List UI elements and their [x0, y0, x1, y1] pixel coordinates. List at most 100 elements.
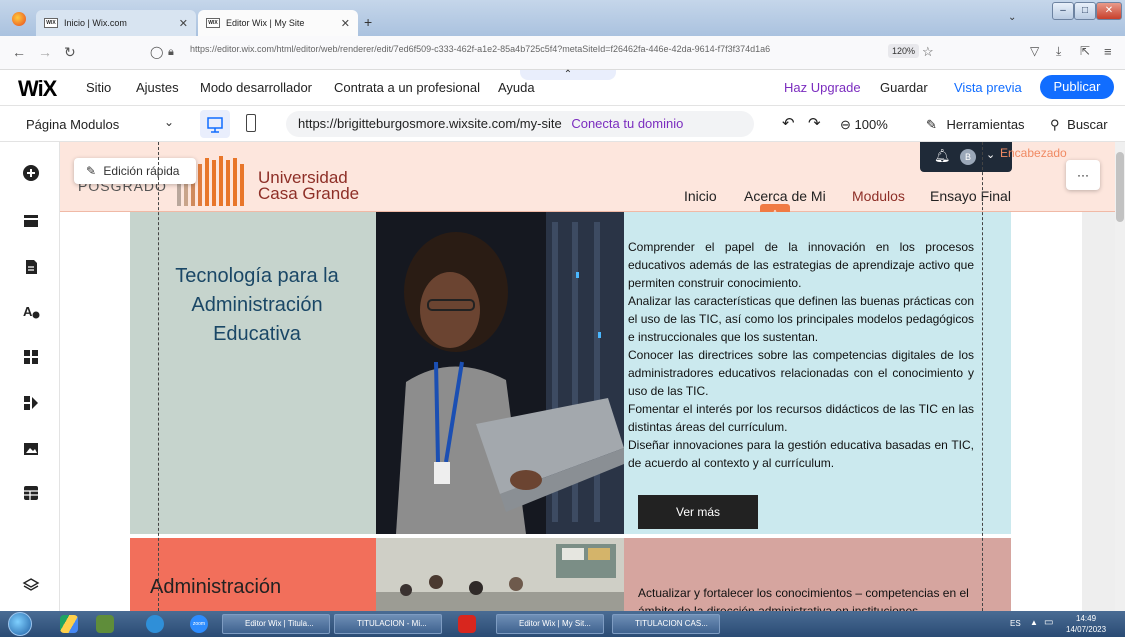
tray-arrow-icon[interactable]: ▲	[1030, 618, 1038, 627]
desktop-view-button[interactable]	[200, 110, 230, 138]
pocket-icon[interactable]: ▽	[1030, 44, 1039, 58]
zoom-out-icon: ⊖	[840, 117, 851, 132]
lock-icon[interactable]: 🔒︎	[168, 46, 174, 59]
tools-label: Herramientas	[946, 117, 1025, 132]
save-button[interactable]: Guardar	[880, 80, 928, 95]
chevron-down-icon[interactable]: ⌄	[164, 115, 174, 129]
search-icon: ⚲	[1050, 117, 1060, 132]
nav-modulos[interactable]: Modulos	[852, 188, 905, 204]
pencil-icon: ✎	[86, 164, 97, 178]
connect-domain-link[interactable]: Conecta tu dominio	[571, 116, 683, 131]
publish-button[interactable]: Publicar	[1040, 75, 1114, 99]
taskbar-item-titulacion-cas[interactable]: TITULACION CAS...	[612, 614, 720, 634]
upgrade-link[interactable]: Haz Upgrade	[784, 80, 861, 95]
module2-description: Actualizar y fortalecer los conocimiento…	[638, 586, 969, 611]
close-tab-icon[interactable]: ✕	[341, 17, 350, 30]
address-input[interactable]: https://editor.wix.com/html/editor/web/r…	[190, 44, 890, 54]
mobile-view-icon[interactable]	[246, 114, 256, 132]
chevron-down-icon[interactable]: ⌄	[986, 148, 995, 161]
module2-title: Administración	[150, 576, 282, 598]
browser-url-bar: ← → ↻ ◯ 🔒︎ https://editor.wix.com/html/e…	[0, 36, 1125, 70]
grid-guide-left	[158, 142, 159, 611]
tools-icon: ✎	[926, 117, 937, 132]
nav-acerca[interactable]: Acerca de Mi	[744, 188, 826, 204]
download-icon[interactable]: ⤓	[1056, 44, 1061, 59]
avatar[interactable]: B	[960, 149, 976, 165]
maximize-button[interactable]: □	[1074, 2, 1096, 20]
menu-contrata-profesional[interactable]: Contrata a un profesional	[334, 80, 480, 95]
nav-inicio[interactable]: Inicio	[684, 188, 717, 204]
module-title-panel	[130, 212, 376, 534]
business-apps-icon[interactable]	[22, 394, 40, 412]
media-icon[interactable]	[22, 440, 40, 458]
cms-table-icon[interactable]	[22, 484, 40, 502]
tab-inicio-wix[interactable]: WIX Inicio | Wix.com ✕	[36, 10, 196, 36]
add-elements-icon[interactable]	[22, 164, 40, 182]
site-url-bar[interactable]: https://brigitteburgosmore.wixsite.com/m…	[286, 111, 754, 137]
paragraph: Fomentar el interés por los recursos did…	[628, 402, 974, 434]
collapse-toolbar-button[interactable]: ⌃	[520, 70, 616, 80]
reload-icon[interactable]: ↻	[64, 44, 76, 61]
preview-button[interactable]: Vista previa	[954, 80, 1022, 95]
scrollbar-thumb[interactable]	[1116, 152, 1124, 222]
google-drive-icon[interactable]	[60, 615, 78, 633]
back-icon[interactable]: ←	[12, 44, 26, 60]
menu-sitio[interactable]: Sitio	[86, 80, 111, 95]
menu-ayuda[interactable]: Ayuda	[498, 80, 535, 95]
header-widget[interactable]: 🔔︎ B ⌄	[920, 142, 1012, 172]
search-label: Buscar	[1067, 117, 1108, 132]
pages-icon[interactable]	[22, 258, 40, 276]
paragraph: Diseñar innovaciones para la gestión edu…	[628, 438, 974, 470]
tools-button[interactable]: ✎ Herramientas	[926, 117, 1025, 133]
start-button[interactable]	[8, 612, 32, 636]
site-header[interactable]: POSGRADO Universidad Casa Grande Inicio …	[60, 142, 1115, 212]
menu-ajustes[interactable]: Ajustes	[136, 80, 179, 95]
zoom-app-icon[interactable]: zoom	[190, 615, 208, 633]
ver-mas-button[interactable]: Ver más	[638, 495, 758, 529]
browser-tab-bar: WIX Inicio | Wix.com ✕ WIX Editor Wix | …	[0, 0, 1125, 36]
bookmark-star-icon[interactable]: ☆	[922, 44, 934, 60]
shield-icon[interactable]: ◯	[150, 45, 163, 59]
layers-icon[interactable]	[22, 576, 40, 594]
menu-icon[interactable]: ≡	[1104, 44, 1112, 59]
taskbar-label: TITULACION - Mi...	[357, 619, 427, 628]
zoom-control[interactable]: ⊖ 100%	[840, 117, 888, 133]
firefox-icon[interactable]	[12, 12, 26, 26]
wix-logo[interactable]: WiX	[18, 76, 57, 102]
undo-icon[interactable]: ↶	[782, 114, 795, 132]
taskbar-label: Editor Wix | My Sit...	[519, 619, 591, 628]
share-icon[interactable]: ⇱	[1080, 44, 1090, 58]
paragraph: Comprender el papel de la innovación en …	[628, 240, 974, 290]
taskbar-item-editor-mysite[interactable]: Editor Wix | My Sit...	[496, 614, 604, 634]
bell-icon[interactable]: 🔔︎	[934, 148, 951, 164]
menu-modo-desarrollador[interactable]: Modo desarrollador	[200, 80, 312, 95]
page-selector[interactable]: Página Modulos	[26, 117, 119, 132]
close-tab-icon[interactable]: ✕	[179, 17, 188, 30]
taskbar-item-editor-titula[interactable]: Editor Wix | Titula...	[222, 614, 330, 634]
wix-top-bar: ⌃ WiX Sitio Ajustes Modo desarrollador C…	[0, 70, 1125, 106]
taskbar-item-word[interactable]: TITULACION - Mi...	[334, 614, 442, 634]
minimize-button[interactable]: –	[1052, 2, 1074, 20]
clock[interactable]: 14:49 14/07/2023	[1066, 613, 1106, 635]
redo-icon[interactable]: ↷	[808, 114, 821, 132]
tab-editor-wix[interactable]: WIX Editor Wix | My Site ✕	[198, 10, 358, 36]
more-actions-button[interactable]: ···	[1066, 160, 1100, 190]
network-icon[interactable]: ▭	[1044, 617, 1053, 628]
minecraft-icon[interactable]	[96, 615, 114, 633]
close-window-button[interactable]: ✕	[1096, 2, 1122, 20]
nav-ensayo-final[interactable]: Ensayo Final	[930, 188, 1011, 204]
search-button[interactable]: ⚲ Buscar	[1050, 117, 1108, 133]
forward-icon[interactable]: →	[38, 44, 52, 60]
zoom-level-badge[interactable]: 120%	[888, 44, 920, 58]
sections-icon[interactable]	[22, 212, 40, 230]
taskbar-label: Editor Wix | Titula...	[245, 619, 314, 628]
quick-edit-button[interactable]: ✎ Edición rápida	[74, 158, 196, 184]
tab-list-chevron-icon[interactable]: ⌄	[1008, 12, 1016, 23]
new-tab-icon[interactable]: +	[364, 14, 372, 30]
tab-label: Inicio | Wix.com	[64, 18, 127, 28]
edge-icon[interactable]	[146, 615, 164, 633]
design-icon[interactable]: A	[22, 302, 40, 320]
language-indicator[interactable]: ES	[1010, 619, 1021, 628]
apps-icon[interactable]	[22, 348, 40, 366]
pdf-icon[interactable]	[458, 615, 476, 633]
